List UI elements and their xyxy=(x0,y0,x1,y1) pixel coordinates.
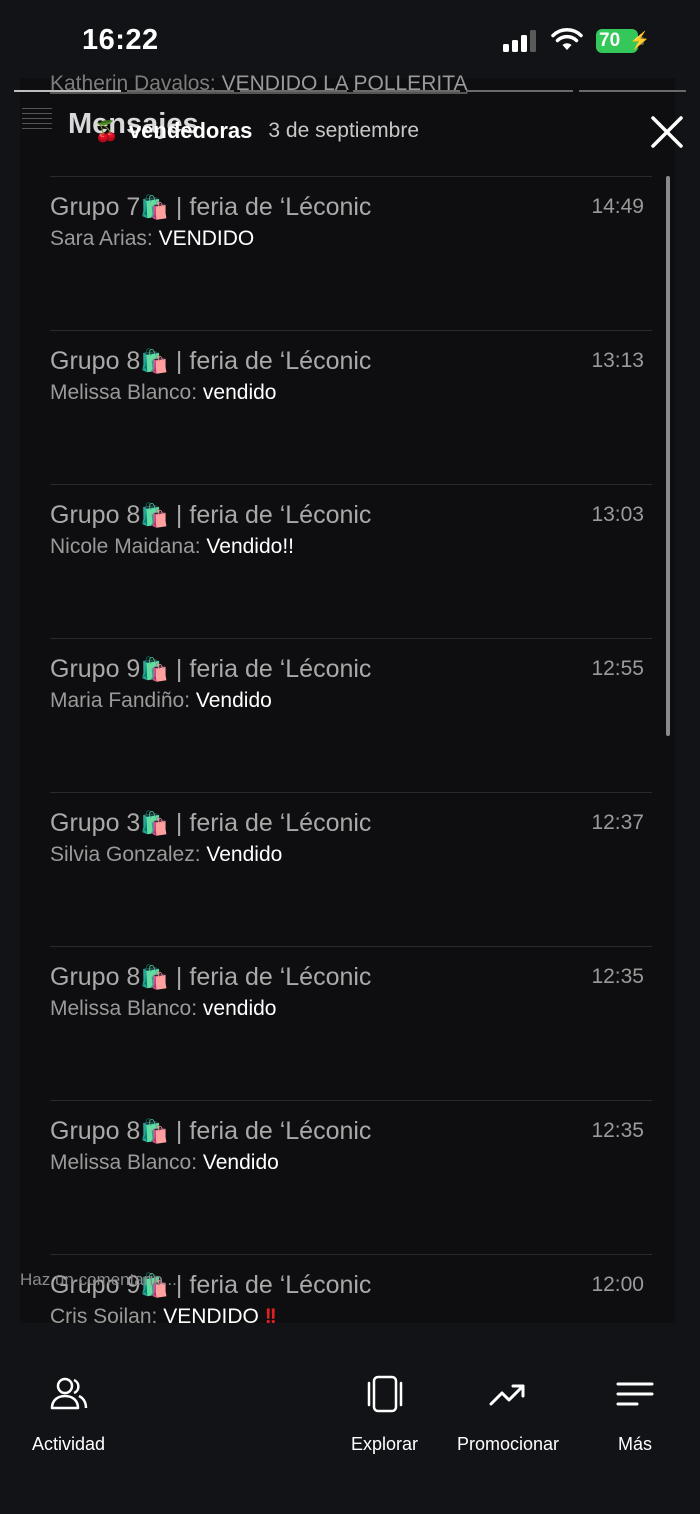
message-sender: Cris Soilan: xyxy=(50,1305,164,1328)
message-group-title: Grupo 8🛍️ | feria de ‘Léconic xyxy=(50,963,371,992)
message-preview: Maria Fandiño: Vendido xyxy=(50,689,272,713)
cellular-signal-icon xyxy=(503,30,536,52)
nav-mas[interactable]: Más xyxy=(615,1374,655,1455)
message-time: 12:55 xyxy=(591,657,644,680)
shopping-bag-icon: 🛍️ xyxy=(140,348,169,374)
close-icon[interactable] xyxy=(647,112,687,152)
message-group-title: Grupo 9🛍️ | feria de ‘Léconic xyxy=(50,655,371,684)
message-text: vendido xyxy=(202,381,277,404)
nav-label-mas: Más xyxy=(617,1434,652,1454)
nav-label-explorar: Explorar xyxy=(351,1434,419,1454)
message-list: Grupo 7🛍️ | feria de ‘Léconic 14:49 Sara A… xyxy=(50,176,652,1408)
message-group-title: Grupo 7🛍️ | feria de ‘Léconic xyxy=(50,193,371,222)
battery-icon: 70 ⚡ xyxy=(596,29,650,53)
shopping-bag-icon: 🛍️ xyxy=(140,964,169,990)
group-suffix: | feria de ‘Léconic xyxy=(168,809,372,837)
message-sender: Sara Arias: xyxy=(50,227,159,250)
message-group-title: Grupo 8🛍️ | feria de ‘Léconic xyxy=(50,501,371,530)
battery-level: 70 xyxy=(599,30,621,51)
message-sender: Nicole Maidana: xyxy=(50,535,207,558)
message-text: VENDIDO xyxy=(158,227,255,250)
trending-up-icon xyxy=(489,1384,525,1406)
status-bar: 16:22 70 ⚡ xyxy=(0,0,700,80)
group-header: 🍒 vendedoras 3 de septiembre xyxy=(94,118,419,144)
message-preview: Silvia Gonzalez: Vendido xyxy=(50,843,282,867)
nav-label-promocionar: Promocionar xyxy=(457,1434,560,1454)
message-text: VENDIDO xyxy=(163,1305,265,1328)
group-suffix: | feria de ‘Léconic xyxy=(168,1117,372,1145)
message-time: 12:35 xyxy=(591,1119,644,1142)
message-time: 13:13 xyxy=(591,349,644,372)
group-label: Grupo 8 xyxy=(50,347,141,375)
shopping-bag-icon: 🛍️ xyxy=(140,194,169,220)
story-progress-bars xyxy=(14,90,686,93)
message-sender: Maria Fandiño: xyxy=(50,689,196,712)
shopping-bag-icon: 🛍️ xyxy=(140,1118,169,1144)
group-label: Grupo 3 xyxy=(50,809,141,837)
message-row[interactable]: Grupo 7🛍️ | feria de ‘Léconic 14:49 Sara A… xyxy=(50,176,652,330)
message-preview: Melissa Blanco: vendido xyxy=(50,997,276,1021)
message-time: 14:49 xyxy=(591,195,644,218)
nav-label-actividad: Actividad xyxy=(32,1434,106,1454)
group-suffix: | feria de ‘Léconic xyxy=(168,1271,372,1299)
message-row[interactable]: Grupo 8🛍️ | feria de ‘Léconic 13:13 Meliss… xyxy=(50,330,652,484)
wifi-icon xyxy=(551,28,583,50)
message-text: Vendido xyxy=(195,689,272,712)
scrollbar[interactable] xyxy=(666,176,670,736)
message-row[interactable]: Grupo 8🛍️ | feria de ‘Léconic 12:35 Meliss… xyxy=(50,1100,652,1254)
group-label: Grupo 8 xyxy=(50,1117,141,1145)
message-preview: Melissa Blanco: Vendido xyxy=(50,1151,279,1175)
message-time: 12:00 xyxy=(591,1273,644,1296)
double-exclamation-icon: !! xyxy=(264,1305,277,1328)
message-row[interactable]: Grupo 3🛍️ | feria de ‘Léconic 12:37 Silvia… xyxy=(50,792,652,946)
group-label: Grupo 9 xyxy=(50,655,141,683)
message-row[interactable]: Grupo 8🛍️ | feria de ‘Léconic 13:03 Nicole… xyxy=(50,484,652,638)
message-sender: Melissa Blanco: xyxy=(50,381,203,404)
menu-lines-icon xyxy=(616,1382,654,1406)
message-time: 12:37 xyxy=(591,811,644,834)
group-suffix: | feria de ‘Léconic xyxy=(168,655,372,683)
message-preview: Sara Arias: VENDIDO xyxy=(50,227,254,251)
group-label: Grupo 7 xyxy=(50,193,141,221)
message-sender: Melissa Blanco: xyxy=(50,997,203,1020)
group-suffix: | feria de ‘Léconic xyxy=(168,347,372,375)
nav-actividad[interactable]: Actividad xyxy=(32,1374,105,1455)
message-group-title: Grupo 3🛍️ | feria de ‘Léconic xyxy=(50,809,371,838)
message-sender: Melissa Blanco: xyxy=(50,1151,203,1174)
group-label: Grupo 8 xyxy=(50,501,141,529)
story-thumbnail xyxy=(22,104,52,144)
message-sender: Silvia Gonzalez: xyxy=(50,843,207,866)
message-time: 13:03 xyxy=(591,503,644,526)
group-name[interactable]: vendedoras xyxy=(129,118,253,144)
message-preview: Melissa Blanco: vendido xyxy=(50,381,276,405)
comment-input[interactable]: Haz un comentario... xyxy=(20,1270,177,1290)
shopping-bag-icon: 🛍️ xyxy=(140,502,169,528)
group-suffix: | feria de ‘Léconic xyxy=(168,193,372,221)
message-text: vendido xyxy=(202,997,277,1020)
status-time: 16:22 xyxy=(82,24,159,56)
message-group-title: Grupo 8🛍️ | feria de ‘Léconic xyxy=(50,1117,371,1146)
message-row[interactable]: Grupo 9🛍️ | feria de ‘Léconic 12:55 Maria … xyxy=(50,638,652,792)
message-time: 12:35 xyxy=(591,965,644,988)
message-group-title: Grupo 8🛍️ | feria de ‘Léconic xyxy=(50,347,371,376)
nav-explorar[interactable]: Explorar xyxy=(351,1374,418,1455)
message-row[interactable]: Grupo 8🛍️ | feria de ‘Léconic 12:35 Meliss… xyxy=(50,946,652,1100)
people-icon xyxy=(50,1377,87,1410)
group-suffix: | feria de ‘Léconic xyxy=(168,501,372,529)
message-text: Vendido xyxy=(202,1151,279,1174)
message-text: Vendido xyxy=(206,843,283,866)
shopping-bag-icon: 🛍️ xyxy=(140,810,169,836)
charging-bolt-icon: ⚡ xyxy=(629,31,651,50)
group-date: 3 de septiembre xyxy=(268,119,419,142)
group-suffix: | feria de ‘Léconic xyxy=(168,963,372,991)
nav-promocionar[interactable]: Promocionar xyxy=(457,1374,559,1455)
cards-icon xyxy=(367,1375,402,1413)
group-label: Grupo 8 xyxy=(50,963,141,991)
message-text: Vendido!! xyxy=(206,535,295,558)
cherry-icon: 🍒 xyxy=(94,120,119,143)
message-preview: Nicole Maidana: Vendido!! xyxy=(50,535,294,559)
shopping-bag-icon: 🛍️ xyxy=(140,656,169,682)
